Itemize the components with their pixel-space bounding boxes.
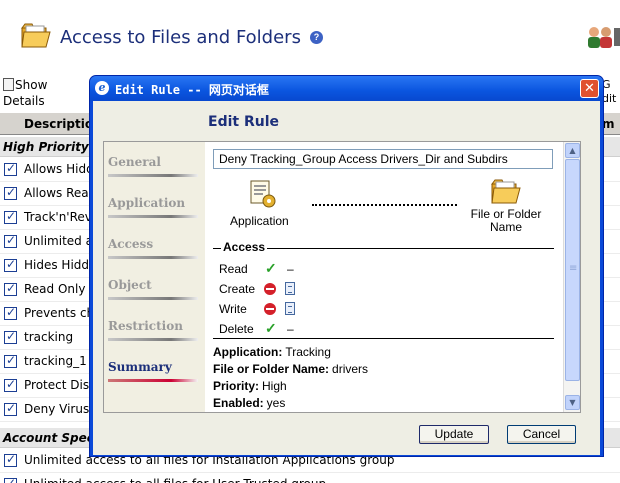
rule-description: Read Only	[24, 282, 86, 296]
close-icon[interactable]: ✕	[580, 79, 599, 98]
nav-access[interactable]: Access	[108, 237, 201, 259]
ie-icon: e	[95, 81, 109, 95]
rule-description: Unlimited a	[24, 234, 93, 248]
scroll-up-icon[interactable]: ▲	[565, 143, 580, 158]
permission-read: Read ✓ –	[219, 260, 294, 276]
rule-description: Track'n'Rev	[24, 210, 92, 224]
group-label: High Priority	[3, 140, 89, 154]
summary-file-or-folder: File or Folder Name: drivers	[213, 362, 369, 376]
deny-icon	[264, 303, 276, 315]
nav-restriction[interactable]: Restriction	[108, 319, 201, 341]
permission-create: Create	[219, 281, 419, 299]
nav-object[interactable]: Object	[108, 278, 201, 300]
help-icon[interactable]: ?	[310, 31, 323, 44]
rule-description: Allows Read	[24, 186, 97, 200]
log-icon	[285, 302, 295, 315]
access-legend: Access	[221, 240, 268, 254]
rule-description: Unlimited access to all files for User T…	[24, 477, 326, 483]
rule-checkbox[interactable]	[4, 161, 17, 176]
permission-write: Write	[219, 301, 419, 319]
nav-summary[interactable]: Summary	[108, 360, 201, 382]
rule-checkbox[interactable]	[4, 185, 17, 200]
rule-checkbox[interactable]	[4, 209, 17, 224]
connector-dots	[312, 204, 457, 206]
rule-checkbox[interactable]	[4, 257, 17, 272]
rule-checkbox[interactable]	[4, 353, 17, 368]
application-label: Application	[230, 214, 289, 228]
show-details-label: Show	[15, 78, 48, 92]
rule-checkbox[interactable]	[4, 452, 17, 467]
wizard-nav: General Application Access Object Restri…	[104, 142, 205, 412]
wizard-panel: General Application Access Object Restri…	[103, 141, 581, 413]
folder-label: File or Folder Name	[470, 207, 542, 234]
access-section: Access	[213, 240, 554, 254]
rule-checkbox[interactable]	[4, 305, 17, 320]
group-label: Account Speci	[3, 431, 98, 445]
vertical-scrollbar[interactable]: ▲ ▼	[563, 142, 580, 412]
dialog-body: Edit Rule General Application Access Obj…	[93, 101, 600, 455]
summary-content: Deny Tracking_Group Access Drivers_Dir a…	[205, 142, 563, 412]
summary-enabled: Enabled: yes	[213, 396, 286, 410]
scroll-down-icon[interactable]: ▼	[565, 395, 580, 410]
folder-icon	[491, 179, 521, 204]
users-icon[interactable]	[584, 24, 620, 50]
folder-icon	[21, 23, 51, 48]
edit-rule-dialog: e Edit Rule -- 网页对话框 ✕ Edit Rule General…	[89, 75, 604, 457]
rule-description: Prevents ch	[24, 306, 95, 320]
rule-checkbox[interactable]	[4, 233, 17, 248]
show-details-label-2: Details	[3, 94, 45, 108]
rule-name-field[interactable]: Deny Tracking_Group Access Drivers_Dir a…	[213, 149, 553, 169]
nav-general[interactable]: General	[108, 155, 201, 177]
rule-description: Deny Virus	[24, 402, 90, 416]
rule-checkbox[interactable]	[4, 401, 17, 416]
rule-description: Allows Hidd	[24, 162, 94, 176]
update-button[interactable]: Update	[419, 425, 489, 444]
dialog-heading: Edit Rule	[208, 114, 279, 130]
rule-checkbox[interactable]	[4, 281, 17, 296]
rule-description: Protect Disl	[24, 378, 93, 392]
permission-delete: Delete ✓ –	[219, 320, 294, 336]
rule-description: tracking	[24, 330, 74, 344]
dialog-title: Edit Rule -- 网页对话框	[115, 83, 269, 97]
summary-divider	[213, 338, 554, 339]
rule-checkbox[interactable]	[4, 476, 17, 483]
page-header: Access to Files and Folders ?	[0, 0, 620, 72]
dialog-titlebar[interactable]: e Edit Rule -- 网页对话框 ✕	[90, 76, 603, 101]
rule-row[interactable]: Unlimited access to all files for User T…	[0, 473, 620, 483]
rule-checkbox[interactable]	[4, 377, 17, 392]
check-icon: ✓	[265, 320, 277, 336]
application-icon	[250, 180, 276, 208]
document-icon	[3, 78, 14, 91]
edit-button[interactable]: G dit	[602, 78, 616, 106]
rule-description: Hides Hidde	[24, 258, 97, 272]
cancel-button[interactable]: Cancel	[507, 425, 576, 444]
scroll-thumb[interactable]	[565, 159, 580, 381]
summary-application: Application: Tracking	[213, 345, 331, 359]
rule-checkbox[interactable]	[4, 329, 17, 344]
deny-icon	[264, 283, 276, 295]
summary-priority: Priority: High	[213, 379, 287, 393]
rule-description: tracking_1	[24, 354, 87, 368]
show-details-button[interactable]: Show Details	[3, 77, 47, 109]
nav-application[interactable]: Application	[108, 196, 201, 218]
edit-label-2: dit	[602, 92, 617, 105]
check-icon: ✓	[265, 260, 277, 276]
page-title: Access to Files and Folders	[60, 27, 301, 48]
log-icon	[285, 282, 295, 295]
